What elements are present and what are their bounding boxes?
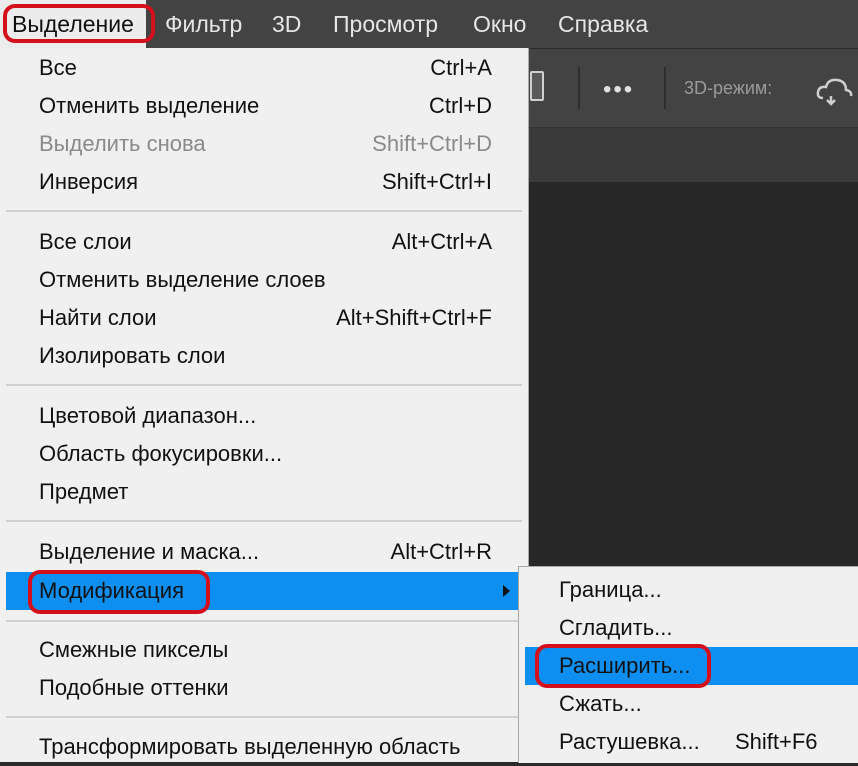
menu-item-label: Предмет: [39, 479, 129, 504]
menu-3d[interactable]: 3D: [272, 0, 301, 48]
slider-handle[interactable]: [530, 71, 544, 101]
submenu-item-contract[interactable]: Сжать...: [525, 685, 858, 723]
menu-select[interactable]: Выделение: [0, 0, 146, 48]
menu-item-isolate-layers[interactable]: Изолировать слои: [6, 337, 522, 375]
menu-item-deselect[interactable]: Отменить выделение Ctrl+D: [6, 87, 522, 125]
menu-item-transform-selection[interactable]: Трансформировать выделенную область: [6, 728, 522, 766]
menu-item-similar[interactable]: Подобные оттенки: [6, 669, 522, 707]
menu-item-deselect-layers[interactable]: Отменить выделение слоев: [6, 261, 522, 299]
menu-item-label: Подобные оттенки: [39, 675, 229, 700]
select-dropdown-menu: Все Ctrl+A Отменить выделение Ctrl+D Выд…: [0, 48, 529, 762]
menu-item-label: Смежные пикселы: [39, 637, 229, 662]
menu-separator: [6, 716, 522, 718]
submenu-item-feather[interactable]: Растушевка... Shift+F6: [525, 723, 858, 761]
submenu-arrow-icon: [503, 585, 510, 597]
submenu-item-expand[interactable]: Расширить...: [525, 647, 858, 685]
menu-item-color-range[interactable]: Цветовой диапазон...: [6, 397, 522, 435]
submenu-item-label: Сжать...: [559, 691, 642, 716]
menu-help[interactable]: Справка: [558, 0, 648, 48]
menu-separator: [6, 620, 522, 622]
menu-item-shortcut: Shift+Ctrl+D: [372, 131, 492, 156]
menu-item-shortcut: Alt+Shift+Ctrl+F: [336, 305, 492, 330]
menu-item-modify[interactable]: Модификация: [6, 572, 522, 610]
submenu-item-label: Граница...: [559, 577, 662, 602]
options-divider: [578, 67, 580, 109]
menu-item-label: Трансформировать выделенную область: [39, 734, 461, 759]
submenu-item-label: Сгладить...: [559, 615, 673, 640]
submenu-item-shortcut: Shift+F6: [735, 729, 818, 754]
submenu-item-label: Растушевка...: [559, 729, 700, 754]
menu-item-inverse[interactable]: Инверсия Shift+Ctrl+I: [6, 163, 522, 201]
menu-item-all[interactable]: Все Ctrl+A: [6, 49, 522, 87]
submenu-item-smooth[interactable]: Сгладить...: [525, 609, 858, 647]
menu-item-label: Все: [39, 55, 77, 80]
submenu-item-border[interactable]: Граница...: [525, 571, 858, 609]
menu-item-all-layers[interactable]: Все слои Alt+Ctrl+A: [6, 223, 522, 261]
menu-item-focus-area[interactable]: Область фокусировки...: [6, 435, 522, 473]
menu-item-subject[interactable]: Предмет: [6, 473, 522, 511]
menu-item-label: Отменить выделение слоев: [39, 267, 326, 292]
menu-item-label: Выделение и маска...: [39, 539, 260, 564]
menu-item-label: Инверсия: [39, 169, 139, 194]
menu-item-select-and-mask[interactable]: Выделение и маска... Alt+Ctrl+R: [6, 533, 522, 571]
menu-item-label: Все слои: [39, 229, 132, 254]
menu-item-shortcut: Ctrl+A: [430, 55, 492, 80]
menu-separator: [6, 384, 522, 386]
menu-filter[interactable]: Фильтр: [165, 0, 242, 48]
menu-item-label: Модификация: [39, 578, 184, 603]
menu-item-label: Изолировать слои: [39, 343, 226, 368]
menu-item-label: Цветовой диапазон...: [39, 403, 257, 428]
menu-item-shortcut: Ctrl+D: [429, 93, 492, 118]
3d-mode-label: 3D-режим:: [684, 78, 773, 98]
menu-item-label: Отменить выделение: [39, 93, 260, 118]
menu-item-label: Найти слои: [39, 305, 157, 330]
menu-item-grow[interactable]: Смежные пикселы: [6, 631, 522, 669]
menu-item-shortcut: Shift+Ctrl+I: [381, 169, 492, 194]
menu-item-reselect: Выделить снова Shift+Ctrl+D: [6, 125, 522, 163]
options-divider: [664, 67, 666, 109]
modify-submenu: Граница... Сгладить... Расширить... Сжат…: [518, 566, 858, 763]
menu-window[interactable]: Окно: [473, 0, 526, 48]
menu-item-shortcut: Alt+Ctrl+R: [390, 539, 492, 564]
menu-separator: [6, 520, 522, 522]
menu-separator: [6, 210, 522, 212]
menu-bar: Выделение Фильтр 3D Просмотр Окно Справк…: [0, 0, 858, 49]
menu-item-shortcut: Alt+Ctrl+A: [391, 229, 492, 254]
menu-item-find-layers[interactable]: Найти слои Alt+Shift+Ctrl+F: [6, 299, 522, 337]
menu-item-label: Выделить снова: [39, 131, 206, 156]
menu-item-label: Область фокусировки...: [39, 441, 283, 466]
submenu-item-label: Расширить...: [559, 653, 691, 678]
more-options-icon[interactable]: •••: [603, 78, 634, 102]
menu-view[interactable]: Просмотр: [333, 0, 438, 48]
3d-orbit-icon[interactable]: [815, 74, 855, 108]
